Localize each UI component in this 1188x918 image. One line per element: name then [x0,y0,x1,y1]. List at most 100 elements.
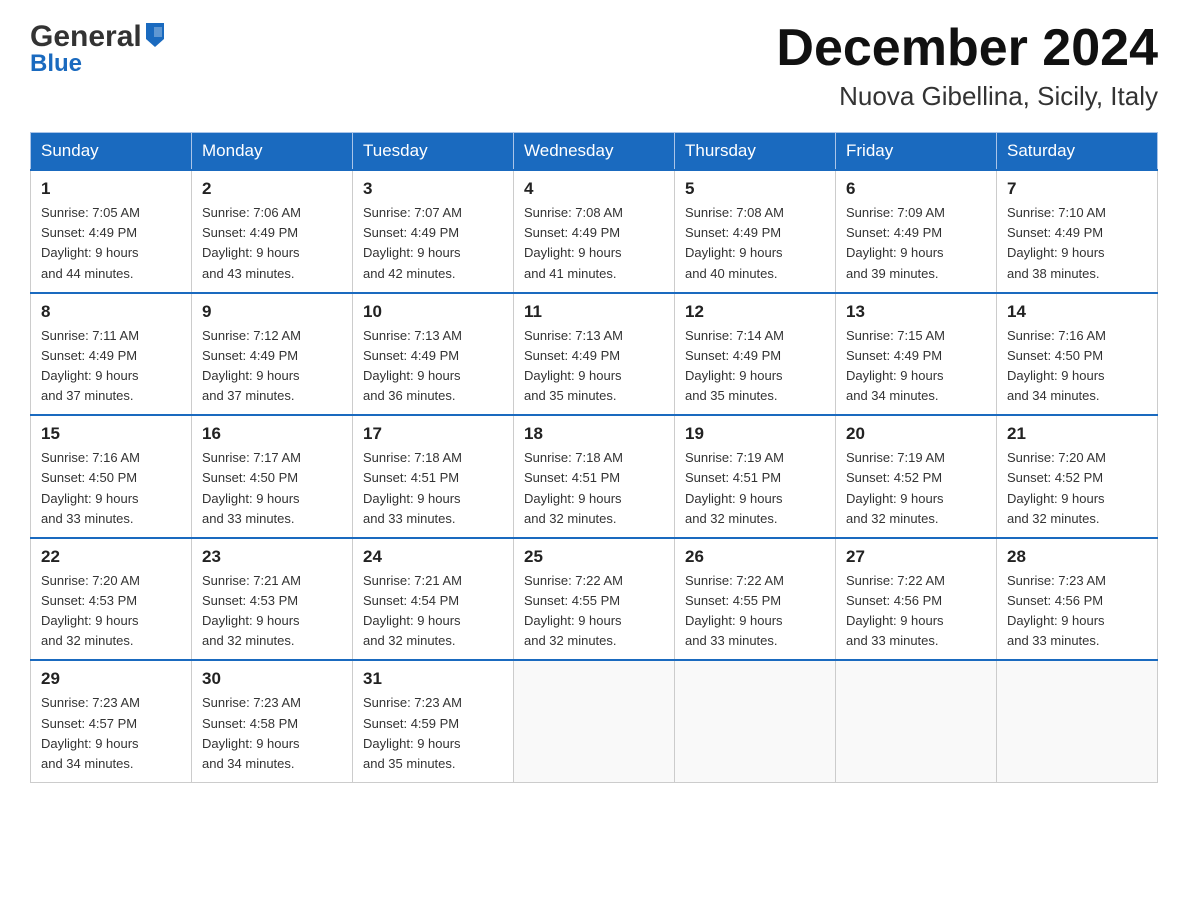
day-info: Sunrise: 7:11 AMSunset: 4:49 PMDaylight:… [41,326,181,407]
day-number: 3 [363,179,503,199]
day-number: 24 [363,547,503,567]
week-row-4: 22Sunrise: 7:20 AMSunset: 4:53 PMDayligh… [31,538,1158,661]
day-cell-30: 30 Sunrise: 7:23 AMSunset: 4:58 PMDayligh… [192,660,353,782]
day-cell-14: 14Sunrise: 7:16 AMSunset: 4:50 PMDayligh… [997,293,1158,416]
empty-cell [675,660,836,782]
day-number: 12 [685,302,825,322]
weekday-header-row: SundayMondayTuesdayWednesdayThursdayFrid… [31,133,1158,171]
day-info: Sunrise: 7:13 AMSunset: 4:49 PMDaylight:… [524,326,664,407]
day-number: 18 [524,424,664,444]
day-cell-13: 13Sunrise: 7:15 AMSunset: 4:49 PMDayligh… [836,293,997,416]
day-cell-9: 9Sunrise: 7:12 AMSunset: 4:49 PMDaylight… [192,293,353,416]
day-number: 11 [524,302,664,322]
day-cell-1: 1Sunrise: 7:05 AMSunset: 4:49 PMDaylight… [31,170,192,293]
day-cell-2: 2 Sunrise: 7:06 AMSunset: 4:49 PMDaylight… [192,170,353,293]
day-info: Sunrise: 7:23 AMSunset: 4:59 PMDaylight:… [363,693,503,774]
day-number: 20 [846,424,986,444]
day-number: 7 [1007,179,1147,199]
empty-cell [997,660,1158,782]
day-number: 19 [685,424,825,444]
day-cell-31: 31 Sunrise: 7:23 AMSunset: 4:59 PMDayligh… [353,660,514,782]
day-number: 31 [363,669,503,689]
logo-blue: Blue [30,50,82,78]
day-cell-27: 27 Sunrise: 7:22 AMSunset: 4:56 PMDayligh… [836,538,997,661]
day-number: 28 [1007,547,1147,567]
day-cell-6: 6 Sunrise: 7:09 AMSunset: 4:49 PMDaylight… [836,170,997,293]
day-info: Sunrise: 7:16 AMSunset: 4:50 PMDaylight:… [41,448,181,529]
empty-cell [836,660,997,782]
empty-cell [514,660,675,782]
day-info: Sunrise: 7:08 AMSunset: 4:49 PMDaylight:… [524,203,664,284]
day-number: 30 [202,669,342,689]
day-cell-7: 7 Sunrise: 7:10 AMSunset: 4:49 PMDaylight… [997,170,1158,293]
day-info: Sunrise: 7:22 AMSunset: 4:55 PMDaylight:… [524,571,664,652]
week-row-3: 15 Sunrise: 7:16 AMSunset: 4:50 PMDayligh… [31,415,1158,538]
weekday-header-thursday: Thursday [675,133,836,171]
day-cell-21: 21Sunrise: 7:20 AMSunset: 4:52 PMDayligh… [997,415,1158,538]
day-info: Sunrise: 7:08 AMSunset: 4:49 PMDaylight:… [685,203,825,284]
week-row-2: 8Sunrise: 7:11 AMSunset: 4:49 PMDaylight… [31,293,1158,416]
day-number: 4 [524,179,664,199]
day-info: Sunrise: 7:23 AMSunset: 4:58 PMDaylight:… [202,693,342,774]
page-header: General Blue December 2024 Nuova Gibelli… [30,20,1158,112]
day-info: Sunrise: 7:21 AMSunset: 4:54 PMDaylight:… [363,571,503,652]
day-info: Sunrise: 7:13 AMSunset: 4:49 PMDaylight:… [363,326,503,407]
day-number: 1 [41,179,181,199]
day-cell-24: 24 Sunrise: 7:21 AMSunset: 4:54 PMDayligh… [353,538,514,661]
weekday-header-saturday: Saturday [997,133,1158,171]
day-cell-22: 22Sunrise: 7:20 AMSunset: 4:53 PMDayligh… [31,538,192,661]
weekday-header-friday: Friday [836,133,997,171]
day-info: Sunrise: 7:21 AMSunset: 4:53 PMDaylight:… [202,571,342,652]
day-info: Sunrise: 7:19 AMSunset: 4:51 PMDaylight:… [685,448,825,529]
weekday-header-sunday: Sunday [31,133,192,171]
month-title: December 2024 [776,20,1158,77]
day-cell-5: 5 Sunrise: 7:08 AMSunset: 4:49 PMDaylight… [675,170,836,293]
day-cell-10: 10 Sunrise: 7:13 AMSunset: 4:49 PMDayligh… [353,293,514,416]
day-info: Sunrise: 7:07 AMSunset: 4:49 PMDaylight:… [363,203,503,284]
day-number: 21 [1007,424,1147,444]
day-cell-26: 26 Sunrise: 7:22 AMSunset: 4:55 PMDayligh… [675,538,836,661]
day-number: 14 [1007,302,1147,322]
day-info: Sunrise: 7:22 AMSunset: 4:56 PMDaylight:… [846,571,986,652]
day-cell-8: 8Sunrise: 7:11 AMSunset: 4:49 PMDaylight… [31,293,192,416]
day-number: 23 [202,547,342,567]
day-info: Sunrise: 7:18 AMSunset: 4:51 PMDaylight:… [363,448,503,529]
day-cell-18: 18 Sunrise: 7:18 AMSunset: 4:51 PMDayligh… [514,415,675,538]
day-number: 22 [41,547,181,567]
day-number: 15 [41,424,181,444]
day-number: 25 [524,547,664,567]
day-cell-29: 29Sunrise: 7:23 AMSunset: 4:57 PMDayligh… [31,660,192,782]
day-number: 2 [202,179,342,199]
day-number: 5 [685,179,825,199]
logo-arrow-icon [144,21,166,49]
day-info: Sunrise: 7:06 AMSunset: 4:49 PMDaylight:… [202,203,342,284]
day-number: 6 [846,179,986,199]
day-number: 17 [363,424,503,444]
day-info: Sunrise: 7:22 AMSunset: 4:55 PMDaylight:… [685,571,825,652]
day-number: 13 [846,302,986,322]
day-info: Sunrise: 7:09 AMSunset: 4:49 PMDaylight:… [846,203,986,284]
location-title: Nuova Gibellina, Sicily, Italy [776,81,1158,112]
day-info: Sunrise: 7:10 AMSunset: 4:49 PMDaylight:… [1007,203,1147,284]
logo: General Blue [30,20,166,78]
title-area: December 2024 Nuova Gibellina, Sicily, I… [776,20,1158,112]
weekday-header-tuesday: Tuesday [353,133,514,171]
day-number: 10 [363,302,503,322]
day-cell-28: 28Sunrise: 7:23 AMSunset: 4:56 PMDayligh… [997,538,1158,661]
day-info: Sunrise: 7:18 AMSunset: 4:51 PMDaylight:… [524,448,664,529]
day-info: Sunrise: 7:17 AMSunset: 4:50 PMDaylight:… [202,448,342,529]
day-number: 26 [685,547,825,567]
day-number: 27 [846,547,986,567]
day-cell-17: 17 Sunrise: 7:18 AMSunset: 4:51 PMDayligh… [353,415,514,538]
day-cell-23: 23 Sunrise: 7:21 AMSunset: 4:53 PMDayligh… [192,538,353,661]
weekday-header-monday: Monday [192,133,353,171]
day-cell-15: 15 Sunrise: 7:16 AMSunset: 4:50 PMDayligh… [31,415,192,538]
day-cell-19: 19 Sunrise: 7:19 AMSunset: 4:51 PMDayligh… [675,415,836,538]
day-cell-3: 3 Sunrise: 7:07 AMSunset: 4:49 PMDaylight… [353,170,514,293]
day-info: Sunrise: 7:12 AMSunset: 4:49 PMDaylight:… [202,326,342,407]
day-cell-11: 11 Sunrise: 7:13 AMSunset: 4:49 PMDayligh… [514,293,675,416]
week-row-1: 1Sunrise: 7:05 AMSunset: 4:49 PMDaylight… [31,170,1158,293]
day-number: 16 [202,424,342,444]
day-info: Sunrise: 7:23 AMSunset: 4:57 PMDaylight:… [41,693,181,774]
day-cell-12: 12Sunrise: 7:14 AMSunset: 4:49 PMDayligh… [675,293,836,416]
